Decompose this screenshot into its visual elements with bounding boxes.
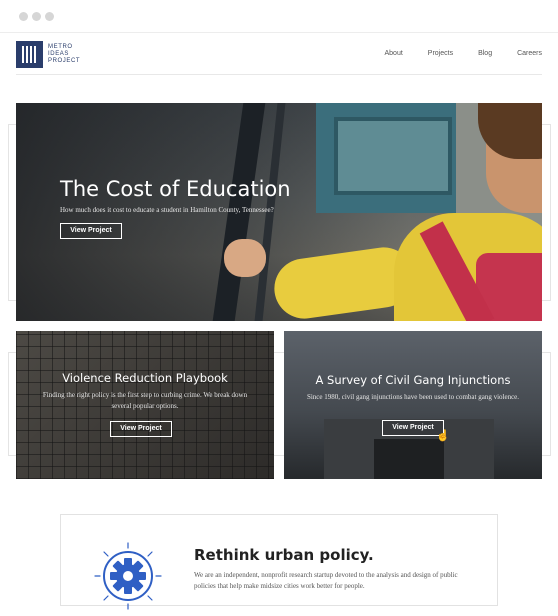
main-nav: About Projects Blog Careers	[359, 50, 542, 57]
card-description: Finding the right policy is the first st…	[42, 391, 248, 410]
card-view-project-button[interactable]: View Project	[110, 421, 172, 437]
hero-photo-hand	[224, 239, 266, 277]
window-minimize-button[interactable]	[32, 12, 41, 21]
hand-cursor-icon: ☝	[436, 430, 450, 442]
card-title: Violence Reduction Playbook	[62, 371, 228, 385]
gear-icon	[93, 541, 163, 611]
project-card-gang-injunctions[interactable]: A Survey of Civil Gang Injunctions Since…	[284, 331, 542, 479]
window-close-button[interactable]	[19, 12, 28, 21]
hero-subtitle: How much does it cost to educate a stude…	[60, 206, 274, 214]
card-title: A Survey of Civil Gang Injunctions	[315, 373, 511, 387]
site-header: METRO IDEAS PROJECT About Projects Blog …	[0, 33, 558, 75]
project-card-violence[interactable]: Violence Reduction Playbook Finding the …	[16, 331, 274, 479]
hero-view-project-button[interactable]: View Project	[60, 223, 122, 239]
header-divider	[16, 74, 542, 75]
hero-title: The Cost of Education	[60, 177, 291, 201]
hero-banner[interactable]: The Cost of Education How much does it c…	[16, 103, 542, 321]
logo-line: METRO	[48, 44, 73, 50]
hero-photo-window	[334, 117, 452, 195]
logo-wordmark: METRO IDEAS PROJECT	[48, 44, 80, 65]
card-photo-doorway	[374, 439, 444, 479]
nav-link-projects[interactable]: Projects	[428, 50, 453, 57]
card-description: Since 1980, civil gang injunctions have …	[306, 393, 520, 401]
about-panel: Rethink urban policy. We are an independ…	[60, 514, 498, 610]
site-logo[interactable]: METRO IDEAS PROJECT	[16, 41, 80, 68]
about-text: We are an independent, nonprofit researc…	[194, 571, 458, 590]
nav-link-about[interactable]: About	[384, 50, 402, 57]
logo-line: IDEAS	[48, 51, 70, 57]
card-view-project-button[interactable]: View Project	[382, 420, 444, 436]
about-title: Rethink urban policy.	[194, 546, 374, 564]
window-titlebar	[0, 0, 558, 33]
logo-line: PROJECT	[48, 58, 81, 64]
window-maximize-button[interactable]	[45, 12, 54, 21]
logo-icon	[16, 41, 43, 68]
nav-link-blog[interactable]: Blog	[478, 50, 492, 57]
nav-link-careers[interactable]: Careers	[517, 50, 542, 57]
